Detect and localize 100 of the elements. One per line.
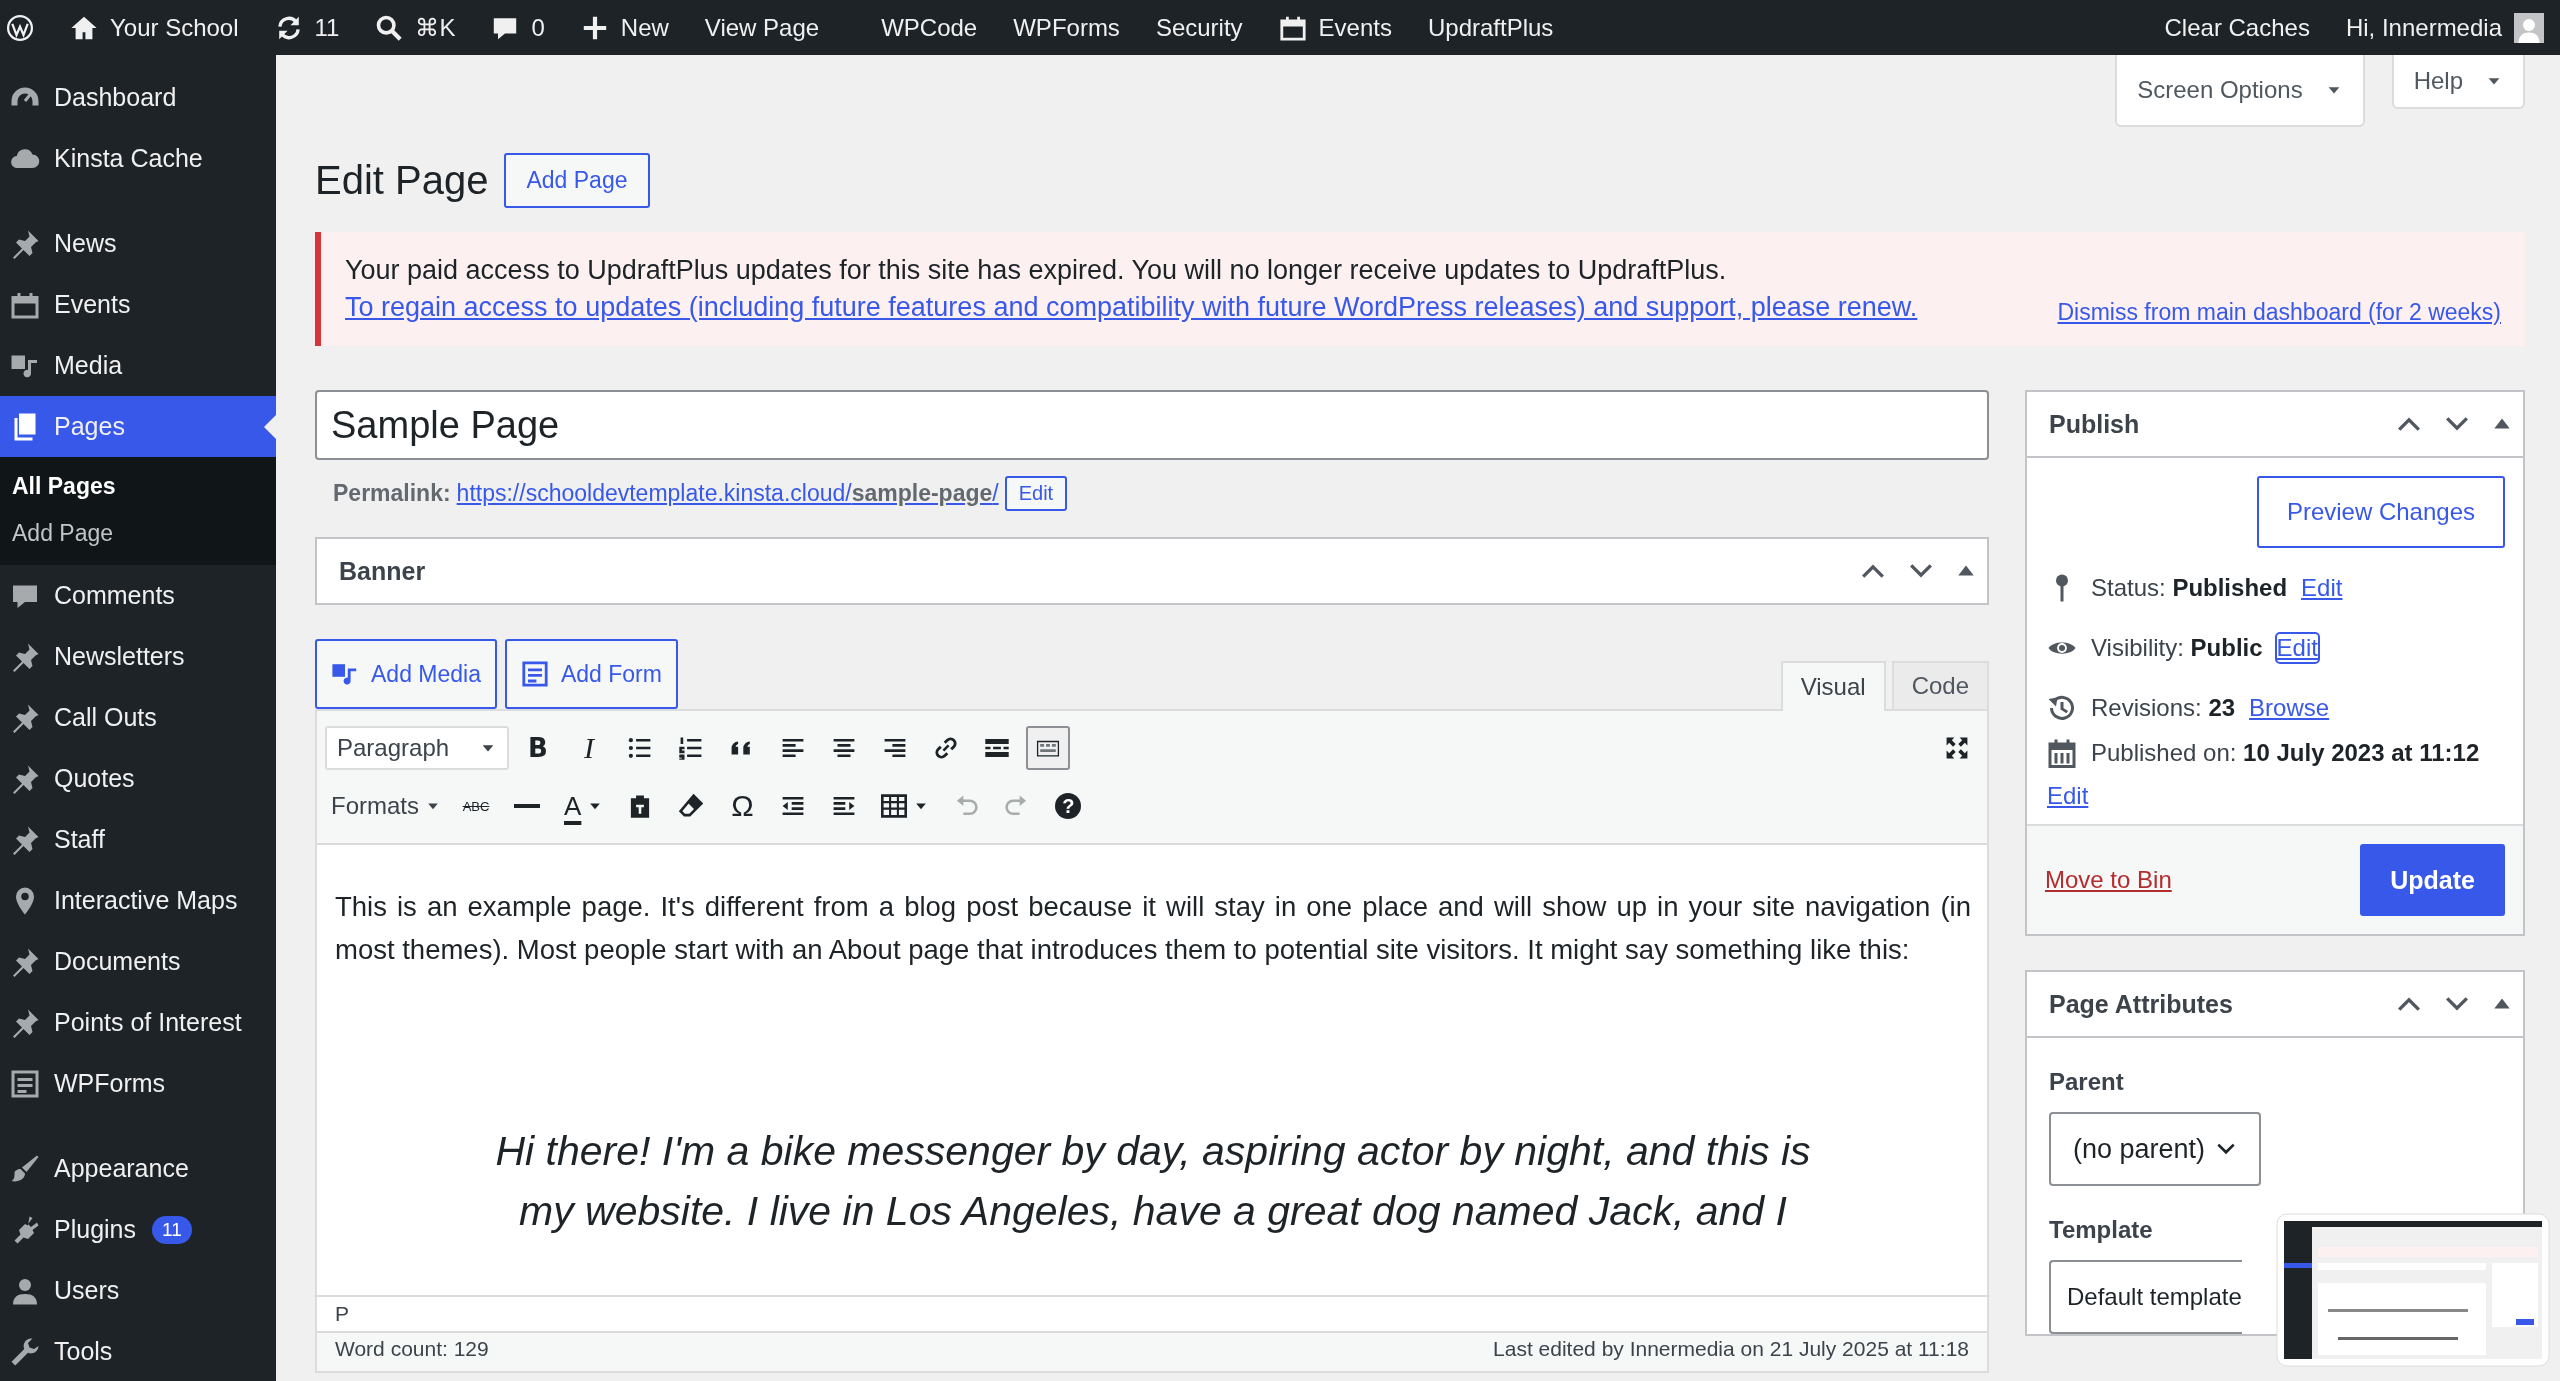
template-select[interactable]: Default template <box>2049 1260 2242 1334</box>
renew-link[interactable]: To regain access to updates (including future features and compatibility with future WordPress releases) and support, please renew. <box>345 289 2028 326</box>
screen-tab[interactable]: Screen Options <box>2115 55 2365 127</box>
parent-select[interactable]: (no parent) <box>2049 1112 2262 1186</box>
form-icon <box>10 1068 40 1099</box>
pushpin-icon <box>10 228 40 259</box>
permalink-label: Permalink: <box>333 480 451 507</box>
bullet-list-icon <box>627 735 653 761</box>
menu-item[interactable]: News <box>0 213 276 274</box>
field-label: Template <box>2048 1215 2154 1245</box>
menu-item[interactable]: Call Outs <box>0 687 276 748</box>
screen-tab[interactable]: Help <box>2391 55 2525 109</box>
menu-item[interactable]: Events <box>0 274 276 335</box>
toolbar-link[interactable]: ⌘K <box>375 13 456 42</box>
menu-item[interactable]: Users <box>0 1260 276 1321</box>
toolbar-button[interactable] <box>1026 726 1070 770</box>
toolbar-link[interactable]: Hi, Innermedia <box>2345 12 2544 43</box>
toolbar-button[interactable]: I <box>567 726 611 770</box>
toolbar-button[interactable]: B <box>516 726 560 770</box>
pushpin-icon <box>10 641 40 672</box>
notice-text: Your paid access to UpdraftPlus updates for this site has expired. You will no longer receive updates to UpdraftPlus. <box>345 254 1728 287</box>
toolbar-link[interactable]: View Page <box>704 13 820 42</box>
toolbar-link[interactable]: WPCode <box>881 13 978 42</box>
toolbar-link[interactable]: Events <box>1278 13 1392 42</box>
calendar-icon <box>2047 738 2077 768</box>
last-edited-text: Last edited by Innermedia on 21 July 2025 at 11:18 <box>1493 1337 1969 1362</box>
menu-item[interactable]: Comments <box>0 565 276 626</box>
pushpin-icon <box>10 763 40 794</box>
search-icon <box>375 13 404 42</box>
preview-button[interactable]: Preview Changes <box>2256 476 2505 548</box>
panel-title: Banner <box>339 556 427 586</box>
menu-item[interactable]: Documents <box>0 931 276 992</box>
toolbar-link[interactable]: Your School <box>70 13 239 42</box>
element-path: P <box>335 1302 349 1326</box>
table-icon <box>881 793 908 819</box>
menu-item[interactable]: Plugins 11 <box>0 1199 276 1260</box>
menu-item[interactable]: Interactive Maps <box>0 870 276 931</box>
menu-item[interactable]: Newsletters <box>0 626 276 687</box>
count-badge: 11 <box>152 1215 192 1244</box>
toolbar-button[interactable]: ABC <box>454 784 498 828</box>
field-label: Parent <box>2048 1067 2125 1097</box>
title-field[interactable]: Sample Page <box>315 390 1989 460</box>
menu-item[interactable]: Media <box>0 335 276 396</box>
quote-text: Hi there! I'm a bike messenger by day, aspiring actor by night, and this is my website. I live in Los Angeles, have a great dog named Jack, and I <box>494 1127 1812 1236</box>
toolbar-link[interactable]: Security <box>1155 13 1243 42</box>
menu-item[interactable]: WPForms <box>0 1053 276 1114</box>
editor-tab[interactable]: Visual <box>1780 661 1886 711</box>
meta-link[interactable]: Edit <box>2047 782 2089 810</box>
eraser-icon <box>678 793 705 819</box>
toolbar-link[interactable]: 0 <box>491 13 545 42</box>
toolbar-link[interactable]: New <box>580 13 669 42</box>
toolbar-button[interactable]: ? <box>1046 784 1091 828</box>
toolbar-link[interactable]: Clear Caches <box>2164 13 2310 42</box>
toolbar-button[interactable]: A <box>556 784 612 828</box>
pushpin-icon <box>10 824 40 855</box>
numbered-list-icon <box>678 735 704 761</box>
link-icon <box>933 735 959 761</box>
menu-item[interactable]: Tools <box>0 1321 276 1381</box>
meta-text: Status: Published <box>2091 574 2288 602</box>
pushpin-icon <box>10 702 40 733</box>
trash-link[interactable]: Move to Bin <box>2045 866 2172 894</box>
menu-item[interactable]: Dashboard <box>0 67 276 128</box>
update-button[interactable]: Update <box>2360 844 2505 916</box>
dismiss-link[interactable]: Dismiss from main dashboard (for 2 weeks) <box>2057 298 2501 326</box>
toolbar-link[interactable]: WPForms <box>1013 13 1120 42</box>
meta-link[interactable]: Edit <box>2276 634 2318 662</box>
toolbar-link[interactable]: UpdraftPlus <box>1427 13 1554 42</box>
menu-item[interactable]: Points of Interest <box>0 992 276 1053</box>
logo-link[interactable] <box>6 13 34 42</box>
media-button[interactable]: Add Form <box>504 639 678 709</box>
wrench-icon <box>10 1336 40 1367</box>
add-page-button[interactable]: Add Page <box>504 153 650 208</box>
media-button[interactable]: Add Media <box>315 639 497 709</box>
form-icon <box>520 660 549 688</box>
menu-item[interactable]: Kinsta Cache <box>0 128 276 189</box>
toolbar-button[interactable]: Ω <box>720 784 765 828</box>
fullscreen-icon <box>1944 735 1970 761</box>
pushpin-icon <box>10 1007 40 1038</box>
submenu-item[interactable]: All Pages <box>0 463 276 510</box>
menu-item[interactable]: Pages <box>0 396 276 457</box>
menu-item[interactable]: Staff <box>0 809 276 870</box>
menu-item[interactable]: Appearance <box>0 1138 276 1199</box>
panel-title: Page Attributes <box>2049 989 2234 1019</box>
menu-item[interactable]: Quotes <box>0 748 276 809</box>
logo-icon <box>6 13 34 42</box>
toolbar-link[interactable]: 11 <box>274 13 340 42</box>
meta-text: Revisions: 23 <box>2091 694 2236 722</box>
meta-text: Published on: 10 July 2023 at 11:12 <box>2091 739 2480 767</box>
permalink-link[interactable]: https://schooldevtemplate.kinsta.cloud/sample-page/ <box>456 480 999 507</box>
format-select[interactable]: Paragraph <box>325 726 509 770</box>
formats-menu[interactable]: Formats <box>325 784 447 828</box>
panel-title: Publish <box>2049 409 2141 439</box>
edit-button[interactable]: Edit <box>1004 476 1068 511</box>
page-title: Edit Page <box>315 158 489 203</box>
meta-link[interactable]: Browse <box>2249 694 2330 722</box>
meta-link[interactable]: Edit <box>2301 574 2343 602</box>
word-count: Word count: 129 <box>335 1337 489 1362</box>
editor-tab[interactable]: Code <box>1891 661 1989 709</box>
history-icon <box>2047 693 2077 723</box>
submenu-item[interactable]: Add Page <box>0 510 276 557</box>
